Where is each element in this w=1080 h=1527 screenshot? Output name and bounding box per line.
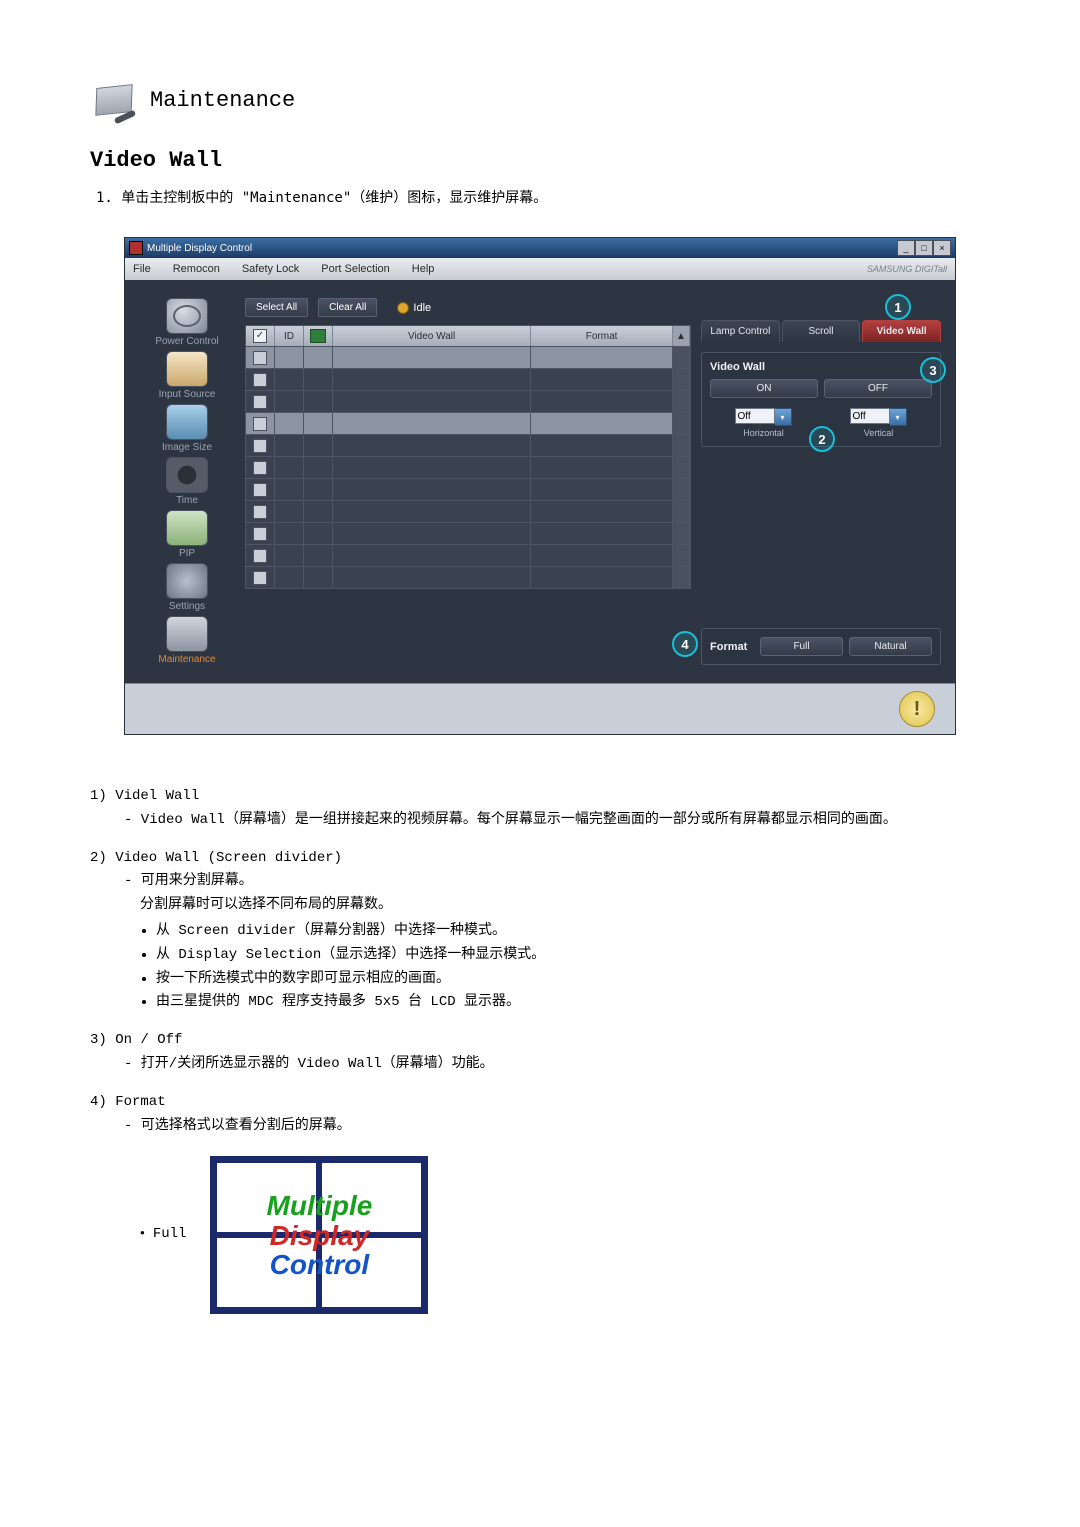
menu-remocon[interactable]: Remocon [173,263,220,275]
diagram-text-3: Control [270,1250,370,1279]
horizontal-select[interactable]: ▾ [735,408,793,426]
sidebar-item-image[interactable]: Image Size [139,404,235,453]
tab-video-wall[interactable]: Video Wall [862,320,941,342]
grid-header-id: ID [275,326,304,346]
horizontal-value[interactable] [735,408,775,424]
time-icon [166,457,208,493]
step-1-text: 1. 单击主控制板中的 "Maintenance"（维护）图标，显示维护屏幕。 [96,187,990,207]
desc-4-body: - 可选择格式以查看分割后的屏幕。 [90,1115,990,1139]
row-check[interactable] [246,368,275,390]
tab-lamp-control[interactable]: Lamp Control [701,320,780,342]
sidebar-item-power[interactable]: Power Control [139,298,235,347]
close-button[interactable]: × [933,240,951,256]
row-check[interactable] [246,478,275,500]
window-title: Multiple Display Control [147,243,252,254]
alert-icon: ! [899,691,935,727]
desc-2-bullet-1: 从 Screen divider（屏幕分割器）中选择一种模式。 [156,920,990,944]
menu-safety-lock[interactable]: Safety Lock [242,263,299,275]
chevron-down-icon[interactable]: ▾ [890,408,907,426]
row-check[interactable] [246,522,275,544]
row-check[interactable] [246,500,275,522]
row-check[interactable] [246,434,275,456]
vertical-value[interactable] [850,408,890,424]
grid-header-format: Format [531,326,673,346]
image-icon [166,404,208,440]
desc-2-line-b: 分割屏幕时可以选择不同布局的屏幕数。 [90,894,990,918]
panel-title-format: Format [710,641,754,653]
diagram-text-1: Multiple [267,1191,373,1220]
row-check[interactable] [246,544,275,566]
annotation-marker-3: 3 [920,357,946,383]
vertical-select[interactable]: ▾ [850,408,908,426]
desc-4-title: 4) Format [90,1091,990,1115]
app-window: Multiple Display Control _ □ × File Remo… [124,237,956,735]
power-icon [166,298,208,334]
tab-scroll[interactable]: Scroll [782,320,861,342]
sidebar-item-time[interactable]: Time [139,457,235,506]
maintenance-icon [90,80,138,120]
format-full-label: Full [140,1223,186,1247]
sidebar: Power Control Input Source Image Size Ti… [139,298,235,665]
annotation-marker-1: 1 [885,294,911,320]
desc-2-title: 2) Video Wall (Screen divider) [90,847,990,871]
desc-2-bullet-3: 按一下所选模式中的数字即可显示相应的画面。 [156,968,990,992]
chevron-down-icon[interactable]: ▾ [775,408,792,426]
app-icon [129,241,143,255]
desc-2-bullet-4: 由三星提供的 MDC 程序支持最多 5x5 台 LCD 显示器。 [156,991,990,1015]
sidebar-item-input[interactable]: Input Source [139,351,235,400]
display-grid: ✓ ID Video Wall Format ▲ [245,325,691,589]
grid-header-videowall: Video Wall [333,326,531,346]
format-full-button[interactable]: Full [760,637,843,656]
annotation-marker-4: 4 [672,631,698,657]
menu-port-selection[interactable]: Port Selection [321,263,389,275]
brand-label: SAMSUNG DIGITall [867,264,947,274]
row-check[interactable] [246,456,275,478]
minimize-button[interactable]: _ [897,240,915,256]
annotation-marker-2: 2 [809,426,835,452]
panel-title-videowall: Video Wall [710,361,932,373]
row-check[interactable] [246,390,275,412]
desc-3-title: 3) On / Off [90,1029,990,1053]
menu-help[interactable]: Help [412,263,435,275]
horizontal-label: Horizontal [710,428,817,438]
pip-icon [166,510,208,546]
maintenance-sidebar-icon [166,616,208,652]
input-icon [166,351,208,387]
maximize-button[interactable]: □ [915,240,933,256]
row-check[interactable] [246,566,275,588]
desc-3-body: - 打开/关闭所选显示器的 Video Wall（屏幕墙）功能。 [90,1053,990,1077]
menu-file[interactable]: File [133,263,151,275]
format-full-diagram: Multiple Display Control [210,1156,428,1314]
grid-header-check[interactable]: ✓ [246,326,275,346]
row-check[interactable] [246,346,275,368]
desc-2-bullet-2: 从 Display Selection（显示选择）中选择一种显示模式。 [156,944,990,968]
select-all-button[interactable]: Select All [245,298,308,317]
desc-2-line-a: - 可用来分割屏幕。 [90,870,990,894]
desc-1-body: - Video Wall（屏幕墙）是一组拼接起来的视频屏幕。每个屏幕显示一幅完整… [90,809,990,833]
page-title: Maintenance [150,88,295,113]
vertical-label: Vertical [825,428,932,438]
grid-scroll-up[interactable]: ▲ [673,326,690,346]
status-label: Idle [413,302,431,314]
diagram-text-2: Display [270,1221,370,1250]
clear-all-button[interactable]: Clear All [318,298,377,317]
grid-header-type [304,326,333,346]
status-dot-icon [397,302,409,314]
sidebar-item-pip[interactable]: PIP [139,510,235,559]
format-natural-button[interactable]: Natural [849,637,932,656]
sidebar-item-maintenance[interactable]: Maintenance [139,616,235,665]
settings-icon [166,563,208,599]
videowall-on-button[interactable]: ON [710,379,818,398]
desc-1-title: 1) Videl Wall [90,785,990,809]
row-check[interactable] [246,412,275,434]
videowall-off-button[interactable]: OFF [824,379,932,398]
sidebar-item-settings[interactable]: Settings [139,563,235,612]
section-title: Video Wall [90,148,990,173]
